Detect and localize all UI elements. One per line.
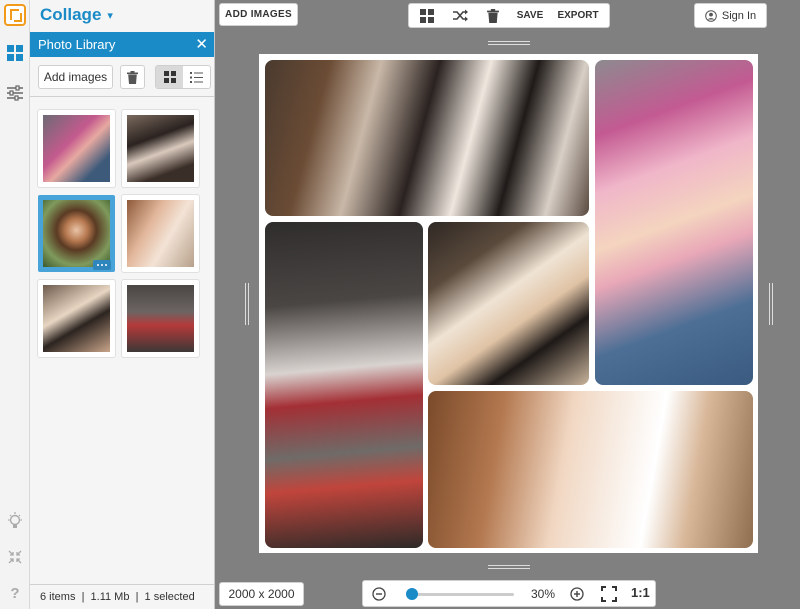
photo-thumbnail bbox=[127, 200, 194, 267]
panel-title: Photo Library bbox=[38, 37, 116, 52]
layout-button[interactable] bbox=[409, 4, 445, 27]
collage-cell-ballet-dancers[interactable] bbox=[265, 222, 423, 548]
grid-icon bbox=[163, 71, 176, 83]
user-icon bbox=[705, 9, 717, 22]
save-button[interactable]: SAVE bbox=[509, 4, 551, 27]
photo-thumbnail bbox=[127, 115, 194, 182]
zoom-slider-handle[interactable] bbox=[406, 588, 418, 600]
zoom-in-icon[interactable] bbox=[570, 587, 584, 601]
collage-cell-woman-lying-hat[interactable] bbox=[428, 222, 589, 385]
more-options-icon[interactable] bbox=[93, 260, 111, 270]
canvas-size-button[interactable]: 2000 x 2000 bbox=[219, 582, 304, 606]
thumbnail-woman-pink-hair[interactable] bbox=[38, 110, 115, 187]
photo-thumbnail bbox=[43, 115, 110, 182]
layout-icon[interactable] bbox=[0, 38, 30, 68]
actual-size-button[interactable]: 1:1 bbox=[631, 585, 650, 600]
resize-handle-right[interactable] bbox=[769, 283, 773, 325]
resize-handle-bottom[interactable] bbox=[488, 565, 530, 569]
collage-cell-woman-reclining-phone[interactable] bbox=[265, 60, 589, 216]
thumbnail-woman-white-flowers[interactable] bbox=[122, 195, 199, 272]
adjust-icon[interactable] bbox=[0, 78, 30, 108]
delete-cell-button[interactable] bbox=[477, 4, 509, 27]
grid-view-button[interactable] bbox=[156, 66, 183, 88]
add-images-button[interactable]: Add images bbox=[38, 65, 113, 89]
help-icon[interactable]: ? bbox=[0, 578, 30, 608]
resize-handle-left[interactable] bbox=[245, 283, 249, 325]
app-title-menu[interactable]: Collage ▾ bbox=[40, 5, 113, 25]
thumbnail-woman-lying-hat[interactable] bbox=[38, 280, 115, 357]
sidebar: Collage ▾ Photo Library ✕ Add images 6 i… bbox=[30, 0, 215, 609]
trash-icon bbox=[487, 8, 499, 23]
status-bar: 6 items | 1.11 Mb | 1 selected bbox=[30, 584, 214, 609]
zoom-value: 30% bbox=[531, 587, 556, 601]
chevron-down-icon: ▾ bbox=[107, 9, 113, 22]
fit-to-screen-icon[interactable] bbox=[601, 586, 617, 602]
zoom-controls: 30% 1:1 bbox=[362, 580, 656, 607]
logo-icon[interactable] bbox=[4, 4, 26, 26]
collapse-icon[interactable] bbox=[0, 542, 30, 572]
list-icon bbox=[190, 71, 203, 83]
add-images-top-button[interactable]: ADD IMAGES bbox=[219, 3, 298, 26]
lightbulb-icon[interactable] bbox=[0, 506, 30, 536]
left-rail: ? bbox=[0, 0, 30, 609]
delete-button[interactable] bbox=[120, 65, 145, 89]
panel-toolbar: Add images bbox=[30, 57, 214, 97]
zoom-out-icon[interactable] bbox=[372, 587, 386, 601]
photo-thumbnail bbox=[43, 285, 110, 352]
grid-icon bbox=[420, 8, 434, 23]
sign-in-button[interactable]: Sign In bbox=[694, 3, 767, 28]
close-icon[interactable]: ✕ bbox=[195, 32, 208, 57]
top-toolbar: SAVE EXPORT bbox=[408, 3, 610, 28]
zoom-slider-track[interactable] bbox=[406, 593, 514, 596]
thumbnail-woman-reclining-phone[interactable] bbox=[122, 110, 199, 187]
shuffle-button[interactable] bbox=[445, 4, 477, 27]
resize-handle-top[interactable] bbox=[488, 41, 530, 45]
trash-icon bbox=[127, 70, 138, 84]
thumbnail-ballet-dancers[interactable] bbox=[122, 280, 199, 357]
collage-cell-woman-pink-hair[interactable] bbox=[595, 60, 753, 385]
thumbnail-woman-glasses-outdoor[interactable] bbox=[38, 195, 115, 272]
shuffle-icon bbox=[453, 9, 468, 22]
app-title: Collage bbox=[40, 5, 102, 24]
view-toggle bbox=[155, 65, 211, 89]
photo-thumbnail bbox=[43, 200, 110, 267]
sign-in-label: Sign In bbox=[721, 9, 757, 22]
list-view-button[interactable] bbox=[183, 66, 210, 88]
export-button[interactable]: EXPORT bbox=[551, 4, 605, 27]
photo-thumbnail bbox=[127, 285, 194, 352]
collage-cell-woman-white-flowers[interactable] bbox=[428, 391, 753, 548]
collage-canvas bbox=[259, 54, 758, 553]
panel-header: Photo Library ✕ bbox=[30, 32, 214, 57]
